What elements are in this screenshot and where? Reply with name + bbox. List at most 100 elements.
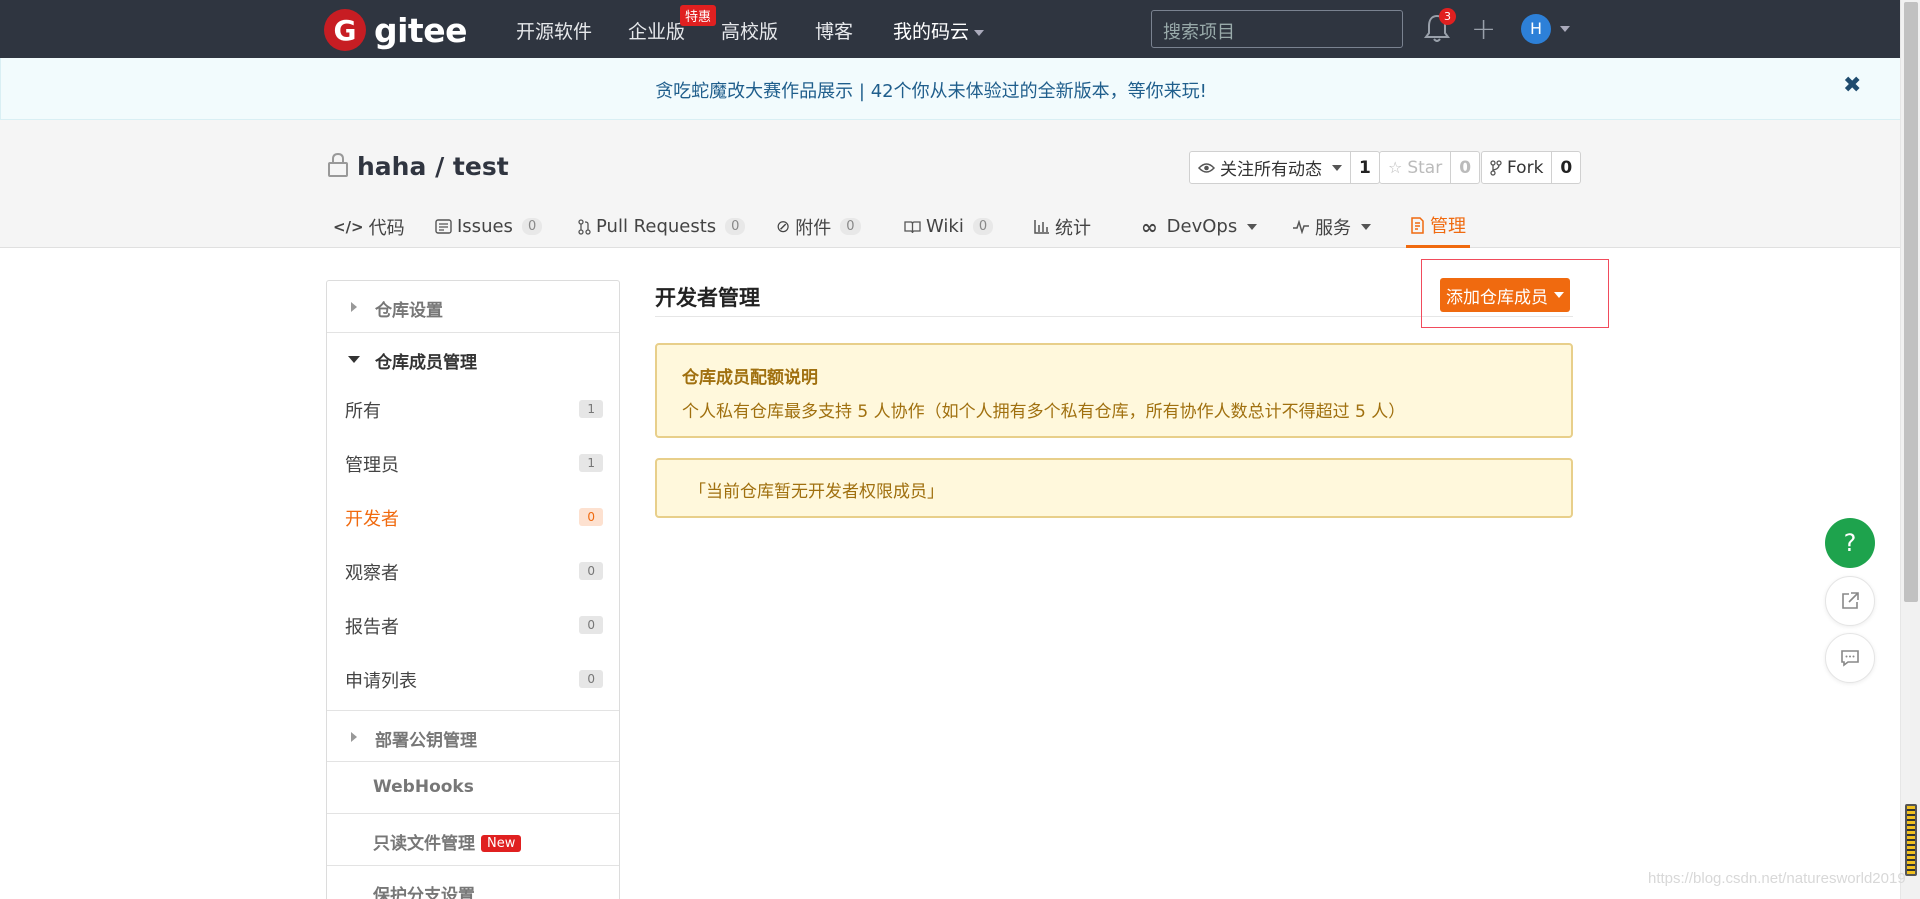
repo-name-link[interactable]: test: [453, 152, 509, 181]
gitee-logo[interactable]: G gitee: [324, 9, 467, 51]
count-badge: 0: [579, 616, 603, 634]
search-input[interactable]: 搜索项目: [1151, 10, 1403, 48]
sidebar-webhooks-label: WebHooks: [373, 777, 474, 797]
paperclip-icon: ⊘: [776, 216, 791, 237]
sidebar-webhooks[interactable]: WebHooks: [327, 762, 619, 814]
sidebar-protected-branches-label: 保护分支设置: [373, 886, 475, 899]
tab-issues[interactable]: Issues 0: [435, 205, 543, 248]
add-member-label: 添加仓库成员: [1446, 287, 1548, 308]
enterprise-promo-badge: 特惠: [680, 5, 717, 26]
tab-pr-label: Pull Requests: [596, 216, 717, 237]
sidebar-item-viewers[interactable]: 观察者 0: [345, 559, 603, 589]
tab-manage-label: 管理: [1430, 216, 1466, 237]
banner-link[interactable]: 贪吃蛇魔改大赛作品展示 | 42个你从未体验过的全新版本，等你来玩!: [1, 77, 1861, 103]
issues-icon: [435, 219, 452, 234]
star-icon: ☆: [1388, 158, 1403, 177]
close-icon[interactable]: ✖: [1843, 73, 1861, 98]
chevron-down-icon: [1247, 223, 1258, 230]
page-title: 开发者管理: [655, 286, 760, 310]
avatar-chevron-down-icon[interactable]: [1560, 26, 1570, 32]
pulse-icon: [1293, 219, 1309, 234]
nav-my-gitee[interactable]: 我的码云: [893, 17, 985, 44]
star-label: Star: [1407, 157, 1443, 178]
tab-pull-requests[interactable]: Pull Requests 0: [578, 205, 746, 248]
comment-icon: [1841, 650, 1859, 667]
star-count[interactable]: 0: [1451, 152, 1479, 183]
watermark-text: https://blog.csdn.net/naturesworld2019: [1648, 870, 1906, 887]
scrollbar-thumb[interactable]: [1904, 2, 1918, 602]
tab-services[interactable]: 服务: [1292, 205, 1371, 248]
sidebar-item-admins[interactable]: 管理员 1: [345, 451, 603, 481]
caret-right-icon: [351, 302, 357, 312]
help-button[interactable]: ?: [1825, 518, 1875, 568]
logo-mark-icon: G: [324, 9, 366, 51]
nav-blog[interactable]: 博客: [815, 17, 853, 44]
comment-button[interactable]: [1825, 633, 1875, 683]
sidebar-deploy-keys-label: 部署公钥管理: [375, 731, 477, 751]
tab-manage[interactable]: 管理: [1406, 205, 1470, 248]
plus-icon[interactable]: +: [1471, 12, 1496, 47]
watch-count[interactable]: 1: [1351, 152, 1379, 183]
infinity-icon: ∞: [1141, 214, 1158, 239]
lock-icon: [328, 152, 348, 177]
fork-button-group: Fork 0: [1481, 151, 1582, 184]
tab-devops-label: DevOps: [1166, 216, 1238, 237]
logo-text: gitee: [374, 10, 467, 50]
count-badge: 0: [579, 508, 603, 526]
sidebar-repo-settings-label: 仓库设置: [375, 301, 443, 321]
tab-attachments-label: 附件: [795, 217, 832, 239]
repo-owner-link[interactable]: haha: [357, 152, 426, 181]
fork-count[interactable]: 0: [1552, 152, 1580, 183]
sidebar-deploy-keys[interactable]: 部署公钥管理: [327, 710, 619, 762]
nav-enterprise[interactable]: 企业版: [628, 17, 685, 44]
sidebar-item-all[interactable]: 所有 1: [345, 397, 603, 427]
new-badge: New: [481, 835, 522, 852]
sidebar-item-label: 管理员: [345, 455, 399, 476]
nav-open-source[interactable]: 开源软件: [516, 17, 592, 44]
tab-wiki[interactable]: Wiki 0: [904, 205, 994, 248]
sidebar-members-section[interactable]: 仓库成员管理: [327, 333, 619, 385]
share-icon: [1842, 592, 1859, 609]
repo-title: haha / test: [357, 152, 509, 181]
chevron-down-icon: [1554, 292, 1564, 298]
tab-wiki-count: 0: [972, 218, 994, 235]
tab-issues-count: 0: [521, 218, 543, 235]
settings-sidebar: 仓库设置 仓库成员管理 所有 1 管理员 1 开发者 0 观察者 0 报告者 0…: [326, 280, 620, 899]
sidebar-readonly-files[interactable]: 只读文件管理 New: [327, 814, 619, 866]
sidebar-readonly-files-label: 只读文件管理 New: [373, 829, 522, 854]
sidebar-protected-branches[interactable]: 保护分支设置: [327, 866, 619, 899]
tab-stats[interactable]: 统计: [1034, 205, 1091, 248]
tab-issues-label: Issues: [457, 216, 513, 237]
fork-button[interactable]: Fork: [1482, 152, 1553, 183]
code-icon: </>: [333, 217, 364, 236]
sidebar-item-developers[interactable]: 开发者 0: [345, 505, 603, 535]
watch-button[interactable]: 关注所有动态: [1190, 152, 1351, 183]
tab-attachments[interactable]: ⊘ 附件 0: [776, 205, 861, 248]
page-scrollbar[interactable]: [1900, 0, 1920, 899]
nav-my-gitee-label: 我的码云: [893, 21, 970, 43]
star-button[interactable]: ☆ Star: [1380, 152, 1452, 183]
chevron-down-icon: [1361, 223, 1371, 230]
count-badge: 1: [579, 454, 603, 472]
tab-code[interactable]: </> 代码: [333, 205, 405, 248]
tab-stats-label: 统计: [1055, 217, 1091, 239]
sidebar-item-label: 观察者: [345, 563, 399, 584]
tab-services-label: 服务: [1315, 217, 1351, 239]
add-member-button[interactable]: 添加仓库成员: [1440, 278, 1570, 312]
top-navbar: G gitee 开源软件 企业版 特惠 高校版 博客 我的码云 搜索项目 3 +…: [0, 0, 1900, 58]
empty-notice-text: 「当前仓库暂无开发者权限成员」: [689, 482, 944, 502]
bar-chart-icon: [1034, 220, 1049, 234]
count-badge: 0: [579, 670, 603, 688]
share-button[interactable]: [1825, 576, 1875, 626]
sidebar-repo-settings[interactable]: 仓库设置: [327, 281, 619, 333]
sidebar-item-applications[interactable]: 申请列表 0: [345, 667, 603, 697]
count-badge: 1: [579, 400, 603, 418]
sidebar-item-reporters[interactable]: 报告者 0: [345, 613, 603, 643]
sidebar-item-label: 所有: [345, 401, 381, 422]
announcement-banner: 贪吃蛇魔改大赛作品展示 | 42个你从未体验过的全新版本，等你来玩! ✖: [0, 58, 1900, 120]
chevron-down-icon: [974, 29, 985, 36]
nav-university[interactable]: 高校版: [721, 17, 778, 44]
avatar[interactable]: H: [1521, 14, 1551, 44]
eye-icon: [1198, 162, 1215, 173]
tab-devops[interactable]: ∞ DevOps: [1141, 205, 1258, 248]
